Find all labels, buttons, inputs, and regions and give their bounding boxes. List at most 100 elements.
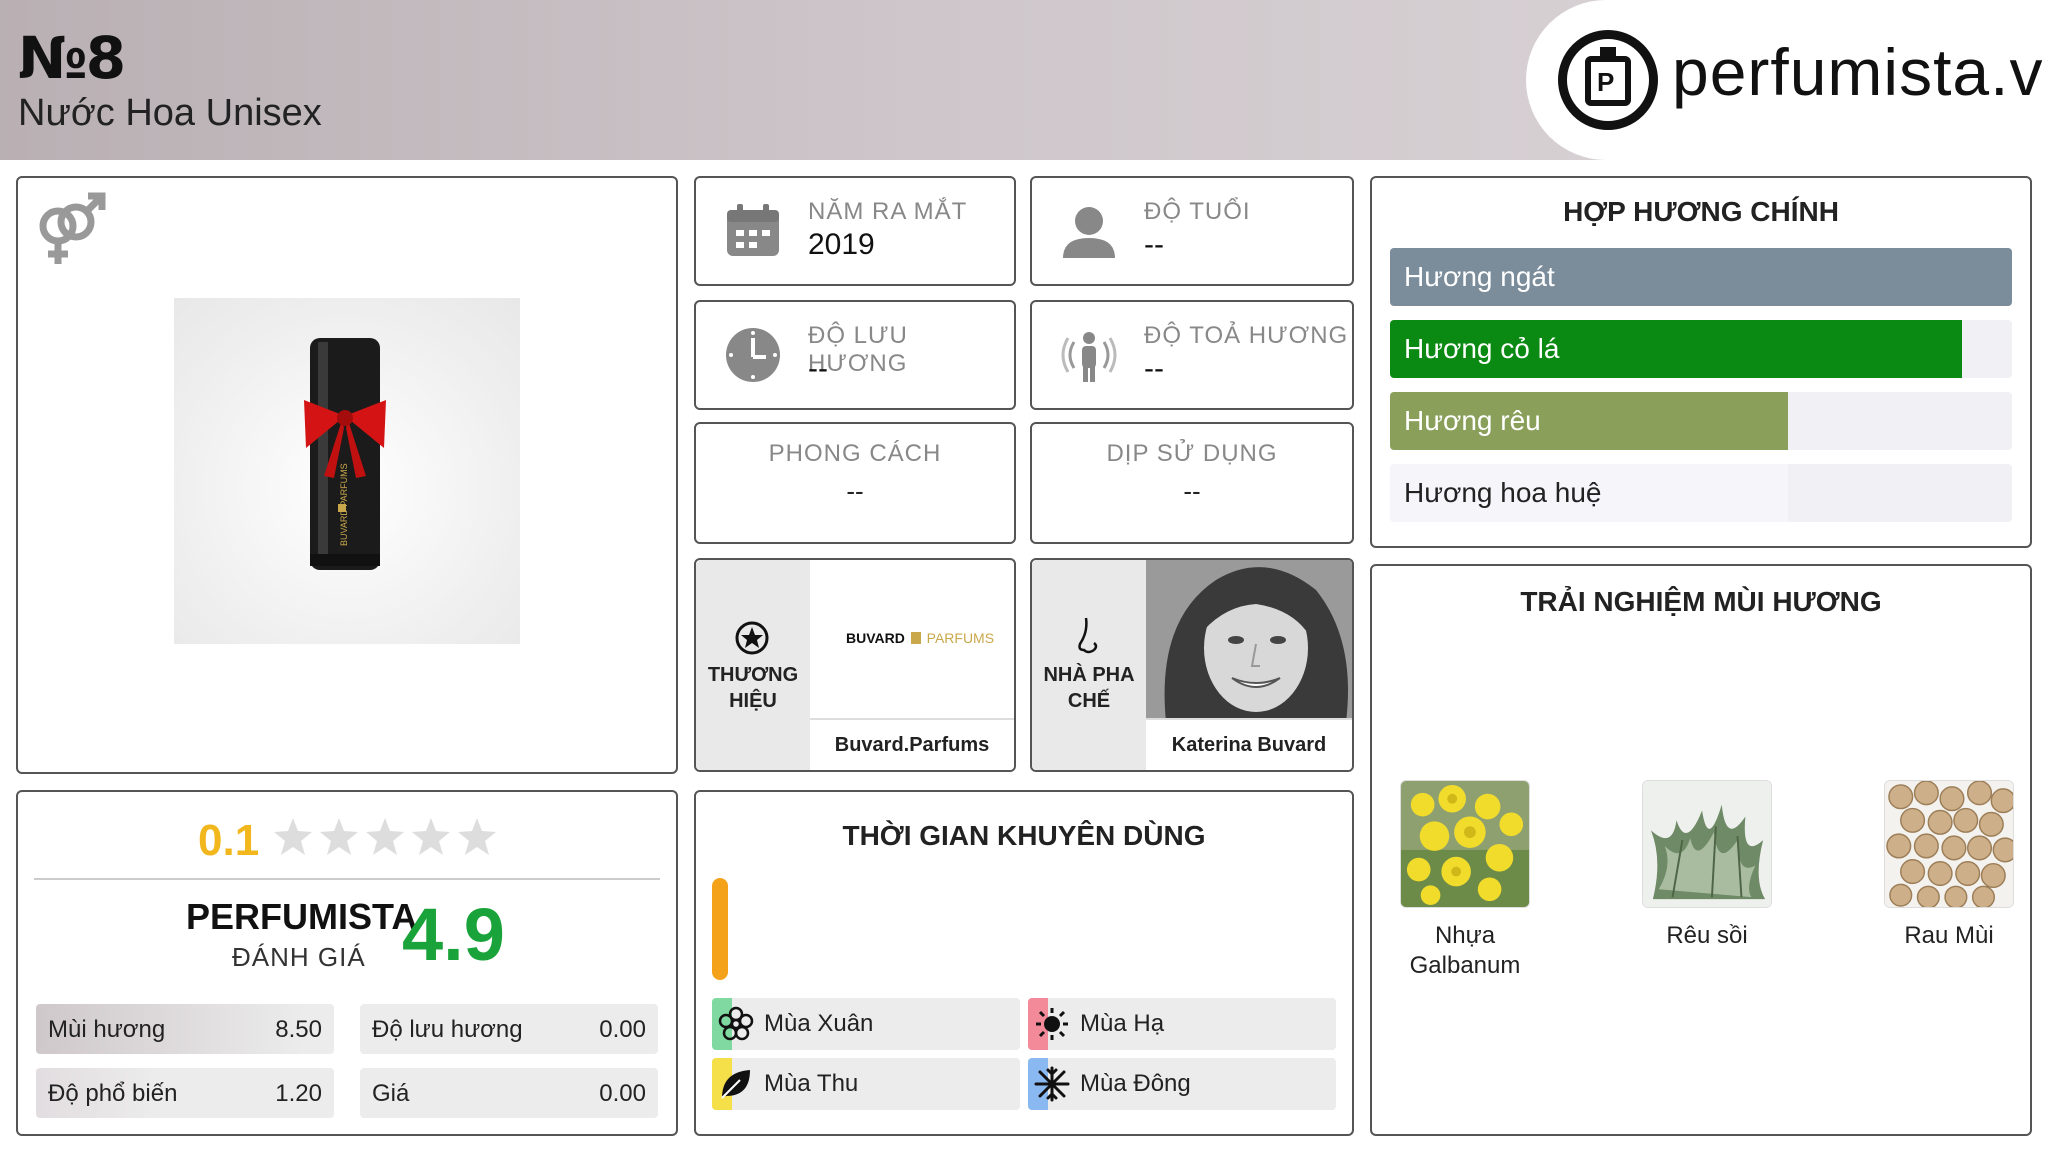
rating-sub-label: ĐÁNH GIÁ — [232, 942, 366, 972]
notes-title: TRẢI NGHIỆM MÙI HƯƠNG — [1520, 586, 1882, 617]
user-rating-score: 0.1 — [198, 816, 260, 865]
season-name: Mùa Đông — [1080, 1070, 1191, 1097]
star-badge-icon — [735, 621, 769, 655]
age-label: ĐỘ TUỔI — [1144, 198, 1251, 225]
perfumer-photo — [1146, 560, 1352, 722]
clock-icon — [726, 328, 780, 382]
accord-bar: Hương hoa huệ — [1390, 464, 2012, 522]
metric-label: Độ lưu hương — [372, 1016, 523, 1043]
note-label: Nhựa Galbanum — [1409, 922, 1521, 979]
leaf-icon — [721, 1070, 750, 1099]
perfumer-side-label-1: NHÀ PHA — [1043, 664, 1135, 686]
sillage-value: -- — [1144, 352, 1164, 385]
occasion-card: DỊP SỬ DỤNG -- — [1030, 422, 1354, 544]
perfumista-score: 4.9 — [402, 893, 505, 976]
coriander-seeds-image — [1884, 780, 2018, 909]
svg-text:BUVARD PARFUMS: BUVARD PARFUMS — [339, 463, 349, 546]
metric-label: Độ phổ biến — [48, 1080, 178, 1107]
metric-value: 0.00 — [599, 1080, 646, 1107]
sun-icon — [1036, 1008, 1068, 1040]
person-icon — [1063, 207, 1115, 258]
accord-label: Hương rêu — [1404, 405, 1541, 436]
logo-glyph: P — [1597, 67, 1615, 97]
perfumer-name[interactable]: Katerina Buvard — [1146, 718, 1352, 770]
season-summer: Mùa Hạ — [1028, 998, 1336, 1050]
star-icon[interactable] — [272, 816, 314, 858]
launch-year-label: NĂM RA MẮT — [808, 198, 968, 225]
nose-icon — [1078, 617, 1098, 654]
season-autumn: Mùa Thu — [712, 1058, 1020, 1110]
occasion-label: DỊP SỬ DỤNG — [1106, 440, 1278, 467]
occasion-value: -- — [1183, 476, 1201, 506]
style-card: PHONG CÁCH -- — [694, 422, 1016, 544]
season-name: Mùa Xuân — [764, 1010, 874, 1037]
perfume-name: №8 — [18, 24, 126, 92]
metric-value: 0.00 — [599, 1016, 646, 1043]
brand-logo-text-1: BUVARD — [846, 630, 905, 646]
metric-popularity: Độ phổ biến 1.20 — [36, 1068, 334, 1118]
sillage-person-icon — [1061, 332, 1117, 382]
usage-title: THỜI GIAN KHUYÊN DÙNG — [842, 820, 1206, 851]
site-logo-text[interactable]: perfumista.vn — [1672, 34, 2048, 110]
longevity-value: -- — [808, 352, 828, 385]
accords-title: HỢP HƯƠNG CHÍNH — [1563, 196, 1839, 227]
rating-panel: 0.1 PERFUMISTA ĐÁNH GIÁ 4.9 Mùi hương 8.… — [16, 790, 678, 1136]
style-value: -- — [846, 476, 864, 506]
season-name: Mùa Thu — [764, 1070, 859, 1097]
metric-longevity: Độ lưu hương 0.00 — [360, 1004, 658, 1054]
main-accords-panel: HỢP HƯƠNG CHÍNH Hương ngát Hương cỏ lá Hươ… — [1370, 176, 2032, 548]
snowflake-icon — [1034, 1066, 1070, 1102]
sillage-label: ĐỘ TOẢ HƯƠNG — [1144, 322, 1349, 349]
metric-value: 8.50 — [275, 1016, 322, 1043]
divider — [34, 878, 660, 880]
brand-side-label-2: HIỆU — [729, 690, 777, 712]
accord-label: Hương cỏ lá — [1404, 333, 1560, 364]
brand-name[interactable]: Buvard.Parfums — [810, 718, 1014, 770]
style-label: PHONG CÁCH — [768, 440, 942, 467]
perfume-bottle-image: BUVARD PARFUMS — [174, 298, 520, 644]
launch-year-card: NĂM RA MẮT 2019 — [694, 176, 1016, 286]
note-item[interactable]: Nhựa Galbanum — [1400, 780, 1530, 981]
metric-label: Mùi hương — [48, 1016, 166, 1043]
daytime-indicator-bar — [712, 878, 728, 980]
galbanum-flower-image — [1400, 780, 1530, 908]
perfume-bottle-logo-icon: P — [1558, 30, 1658, 130]
age-card: ĐỘ TUỔI -- — [1030, 176, 1354, 286]
note-item[interactable]: Rau Mùi — [1884, 780, 2018, 951]
brand-side-label-1: THƯƠNG — [707, 664, 799, 686]
sillage-card: ĐỘ TOẢ HƯƠNG -- — [1030, 300, 1354, 410]
usage-time-panel: THỜI GIAN KHUYÊN DÙNG Mùa Xuân Mùa Hạ Mù… — [694, 790, 1354, 1136]
star-icon[interactable] — [456, 816, 498, 858]
flower-icon — [718, 1006, 754, 1041]
calendar-icon — [727, 204, 779, 256]
season-spring: Mùa Xuân — [712, 998, 1020, 1050]
accord-bar: Hương cỏ lá — [1390, 320, 2012, 378]
accord-label: Hương hoa huệ — [1404, 477, 1602, 508]
brand-logo-mark — [910, 632, 921, 644]
note-item[interactable]: Rêu sồi — [1642, 780, 1772, 951]
note-label: Rau Mùi — [1904, 922, 1994, 949]
scent-notes-panel: TRẢI NGHIỆM MÙI HƯƠNG Nhựa Galbanum Rêu … — [1370, 564, 2032, 1136]
launch-year-value: 2019 — [808, 228, 875, 261]
star-icon[interactable] — [410, 816, 452, 858]
longevity-card: ĐỘ LƯU HƯƠNG -- — [694, 300, 1016, 410]
longevity-label: ĐỘ LƯU HƯƠNG — [808, 322, 908, 377]
unisex-gender-icon — [39, 192, 106, 264]
accord-label: Hương ngát — [1404, 261, 1555, 292]
season-winter: Mùa Đông — [1028, 1058, 1336, 1110]
accord-bar: Hương rêu — [1390, 392, 2012, 450]
brand-card[interactable]: THƯƠNG HIỆU BUVARD PARFUMS Buvard.Parfum… — [694, 558, 1016, 772]
perfumer-card[interactable]: NHÀ PHA CHẾ Katerina Buvard — [1030, 558, 1354, 772]
star-icon[interactable] — [364, 816, 406, 858]
star-icon[interactable] — [318, 816, 360, 858]
metric-price: Giá 0.00 — [360, 1068, 658, 1118]
metric-scent: Mùi hương 8.50 — [36, 1004, 334, 1054]
metric-value: 1.20 — [275, 1080, 322, 1107]
accord-bar: Hương ngát — [1390, 248, 2012, 306]
metric-label: Giá — [372, 1080, 410, 1107]
product-image-panel: BUVARD PARFUMS — [16, 176, 678, 774]
age-value: -- — [1144, 228, 1164, 261]
brand-logo-text-2: PARFUMS — [926, 630, 995, 646]
perfumer-side-label-2: CHẾ — [1067, 690, 1111, 712]
oakmoss-image — [1642, 780, 1772, 908]
